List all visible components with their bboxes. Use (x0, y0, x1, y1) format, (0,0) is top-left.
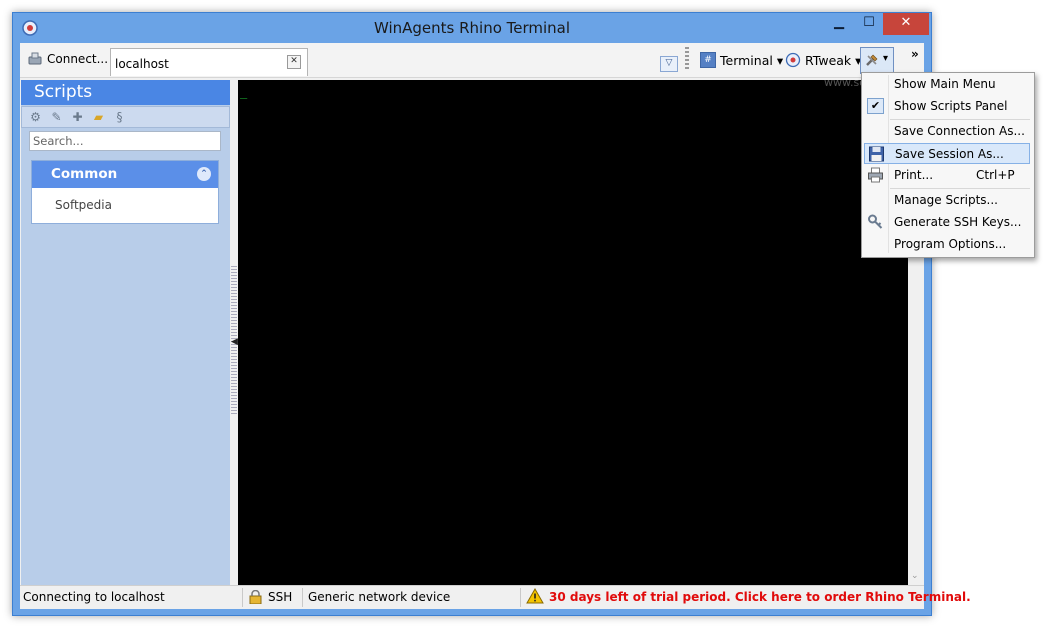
toolbar-grip[interactable] (685, 47, 689, 71)
tools-icon (866, 54, 878, 66)
terminal-cursor: _ (240, 85, 248, 99)
chevron-down-icon: ▾ (776, 52, 784, 68)
terminal-label: Terminal (720, 52, 773, 68)
chevron-down-icon: ▾ (883, 53, 889, 64)
menu-item-save-session-as[interactable]: Save Session As... (864, 143, 1030, 164)
scripts-toolbar: ⚙ ✎ ✚ ▰ § (21, 106, 230, 128)
device-status: Generic network device (308, 590, 451, 604)
tab-localhost[interactable]: localhost ✕ (110, 48, 308, 76)
menu-separator (890, 119, 1030, 120)
menu-item-label: Generate SSH Keys... (894, 215, 1022, 229)
connect-label: Connect... (47, 52, 109, 66)
terminal-screen[interactable]: _ (238, 80, 908, 585)
menu-item-shortcut: Ctrl+P (976, 168, 1015, 182)
terminal-menu-button[interactable]: # Terminal ▾ (700, 50, 783, 70)
menu-item-label: Show Scripts Panel (894, 99, 1008, 113)
group-title: Common (51, 166, 118, 182)
toolbar: Connect... localhost ✕ ▽ # Terminal ▾ RT… (20, 43, 924, 78)
menu-item-manage-scripts[interactable]: Manage Scripts... (864, 190, 1030, 211)
app-window: WinAgents Rhino Terminal ▁ ☐ ✕ Connect..… (12, 12, 971, 616)
collapse-panel-icon[interactable]: ◀ (231, 337, 238, 347)
menu-item-label: Save Connection As... (894, 124, 1025, 138)
checkmark-icon: ✔ (867, 98, 884, 114)
rtweak-label: RTweak (805, 52, 852, 68)
rtweak-icon (785, 52, 801, 68)
minimize-button[interactable]: ▁ (825, 13, 853, 35)
title-bar[interactable]: WinAgents Rhino Terminal ▁ ☐ ✕ (13, 13, 931, 43)
tab-close-icon[interactable]: ✕ (287, 55, 301, 69)
status-bar: Connecting to localhost SSH Generic netw… (20, 585, 971, 609)
status-divider (242, 588, 243, 607)
new-script-icon[interactable]: ✚ (70, 110, 85, 125)
toolbar-overflow-icon[interactable]: » (911, 47, 919, 61)
group-header[interactable]: Common ⌃ (32, 161, 218, 188)
scripts-panel: Scripts ⚙ ✎ ✚ ▰ § Search... Common ⌃ Sof… (21, 80, 230, 598)
script-settings-icon[interactable]: § (112, 110, 127, 125)
scripts-panel-title: Scripts (21, 80, 230, 105)
close-button[interactable]: ✕ (883, 13, 929, 35)
menu-item-show-scripts-panel[interactable]: ✔ Show Scripts Panel (864, 96, 1030, 117)
menu-item-label: Save Session As... (895, 147, 1004, 161)
menu-separator (890, 188, 1030, 189)
client-area: Connect... localhost ✕ ▽ # Terminal ▾ RT… (20, 43, 971, 609)
menu-item-label: Program Options... (894, 237, 1007, 251)
menu-item-label: Print... (894, 168, 934, 182)
script-item[interactable]: Softpedia (32, 188, 218, 212)
scripts-group-common: Common ⌃ Softpedia (31, 160, 219, 224)
floppy-icon (869, 146, 884, 162)
key-icon (868, 214, 883, 229)
connect-icon (28, 52, 42, 65)
menu-item-program-options[interactable]: Program Options... (864, 234, 1030, 255)
menu-item-save-connection-as[interactable]: Save Connection As... (864, 121, 1030, 142)
lock-icon (249, 590, 262, 604)
maximize-button[interactable]: ☐ (855, 13, 883, 35)
connect-button[interactable]: Connect... (23, 48, 114, 70)
warning-icon (526, 588, 544, 604)
tools-menu-button[interactable]: ▾ (860, 47, 894, 74)
menu-item-label: Manage Scripts... (894, 193, 998, 207)
run-script-icon[interactable]: ⚙ (28, 110, 43, 125)
terminal-icon: # (700, 52, 716, 68)
tools-dropdown-menu: Show Main Menu ✔ Show Scripts Panel Save… (861, 72, 1035, 258)
rtweak-menu-button[interactable]: RTweak ▾ (785, 50, 861, 70)
tab-list-dropdown-icon[interactable]: ▽ (660, 56, 678, 72)
menu-item-print[interactable]: Print... Ctrl+P (864, 165, 1030, 186)
status-divider (302, 588, 303, 607)
trial-order-link[interactable]: 30 days left of trial period. Click here… (549, 590, 971, 604)
protocol-status: SSH (268, 590, 293, 604)
collapse-icon[interactable]: ⌃ (197, 167, 211, 181)
scroll-down-icon[interactable]: ⌄ (911, 571, 919, 581)
connection-status: Connecting to localhost (23, 590, 165, 604)
window-title: WinAgents Rhino Terminal (373, 19, 571, 37)
menu-item-label: Show Main Menu (894, 77, 996, 91)
printer-icon (868, 167, 883, 183)
edit-script-icon[interactable]: ✎ (49, 110, 64, 125)
status-divider (520, 588, 521, 607)
tab-label: localhost (115, 57, 169, 71)
scripts-search-input[interactable]: Search... (29, 131, 221, 151)
open-folder-icon[interactable]: ▰ (91, 110, 106, 125)
menu-item-generate-ssh-keys[interactable]: Generate SSH Keys... (864, 212, 1030, 233)
menu-item-show-main-menu[interactable]: Show Main Menu (864, 74, 1030, 95)
